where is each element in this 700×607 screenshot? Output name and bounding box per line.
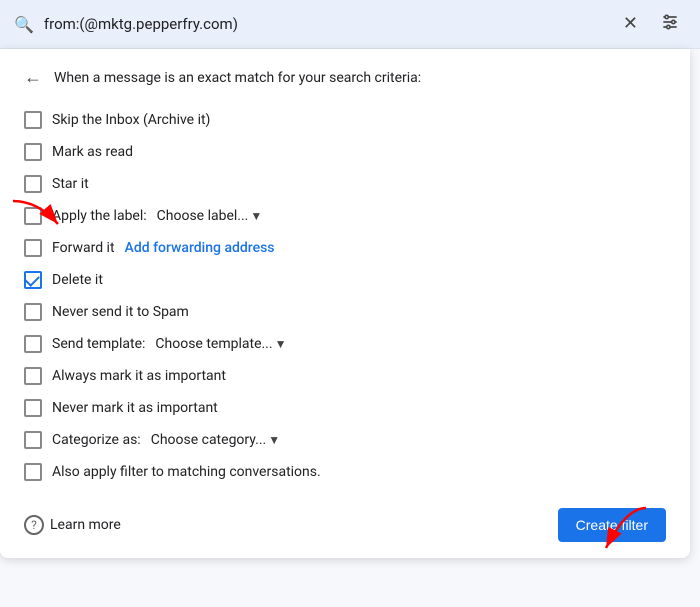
search-bar: 🔍 from:(@mktg.pepperfry.com) ✕ [0, 0, 700, 49]
label-send-template: Send template: [52, 336, 145, 352]
label-also-apply: Also apply filter to matching conversati… [52, 464, 321, 480]
option-categorize: Categorize as: Choose category... ▼ [24, 424, 666, 456]
choose-label-select[interactable]: Choose label... ▼ [157, 208, 263, 224]
checkbox-never-important[interactable] [24, 399, 42, 417]
option-apply-label: Apply the label: Choose label... ▼ [24, 200, 666, 232]
checkbox-also-apply[interactable] [24, 463, 42, 481]
option-always-important: Always mark it as important [24, 360, 666, 392]
option-forward-it: Forward it Add forwarding address [24, 232, 666, 264]
checkbox-send-template[interactable] [24, 335, 42, 353]
label-skip-inbox: Skip the Inbox (Archive it) [52, 112, 210, 128]
checkbox-apply-label[interactable] [24, 207, 42, 225]
checkbox-mark-as-read[interactable] [24, 143, 42, 161]
options-list: Skip the Inbox (Archive it) Mark as read… [24, 104, 666, 488]
checkbox-categorize[interactable] [24, 431, 42, 449]
dialog-subtitle: When a message is an exact match for you… [54, 70, 421, 86]
choose-category-arrow: ▼ [268, 433, 280, 447]
help-icon[interactable]: ? [24, 515, 44, 535]
filter-options-button[interactable] [654, 10, 686, 38]
learn-more-text: Learn more [50, 517, 121, 533]
checkbox-star-it[interactable] [24, 175, 42, 193]
option-delete-it: Delete it [24, 264, 666, 296]
add-forwarding-address-link[interactable]: Add forwarding address [125, 240, 275, 256]
option-send-template: Send template: Choose template... ▼ [24, 328, 666, 360]
choose-template-select[interactable]: Choose template... ▼ [155, 336, 286, 352]
dialog-footer: ? Learn more Create filter [24, 500, 666, 542]
filter-dialog: ← When a message is an exact match for y… [0, 49, 690, 558]
label-forward-it: Forward it [52, 240, 115, 256]
choose-template-arrow: ▼ [275, 337, 287, 351]
dialog-header: ← When a message is an exact match for y… [24, 67, 666, 88]
checkbox-skip-inbox[interactable] [24, 111, 42, 129]
choose-category-text: Choose category... [151, 432, 267, 448]
choose-template-text: Choose template... [155, 336, 272, 352]
label-delete-it: Delete it [52, 272, 103, 288]
back-button[interactable]: ← [24, 67, 42, 88]
checkbox-forward-it[interactable] [24, 239, 42, 257]
option-mark-as-read: Mark as read [24, 136, 666, 168]
option-never-important: Never mark it as important [24, 392, 666, 424]
search-query: from:(@mktg.pepperfry.com) [44, 15, 607, 33]
option-skip-inbox: Skip the Inbox (Archive it) [24, 104, 666, 136]
label-categorize: Categorize as: [52, 432, 141, 448]
create-filter-button[interactable]: Create filter [558, 508, 666, 542]
label-apply-label: Apply the label: [52, 208, 147, 224]
choose-label-text: Choose label... [157, 208, 249, 224]
label-star-it: Star it [52, 176, 89, 192]
checkbox-never-spam[interactable] [24, 303, 42, 321]
label-never-important: Never mark it as important [52, 400, 218, 416]
option-never-spam: Never send it to Spam [24, 296, 666, 328]
checkbox-always-important[interactable] [24, 367, 42, 385]
label-mark-as-read: Mark as read [52, 144, 133, 160]
learn-more-section: ? Learn more [24, 515, 121, 535]
option-also-apply: Also apply filter to matching conversati… [24, 456, 666, 488]
close-button[interactable]: ✕ [617, 13, 644, 35]
search-icon: 🔍 [14, 15, 34, 34]
option-star-it: Star it [24, 168, 666, 200]
checkbox-delete-it[interactable] [24, 271, 42, 289]
label-never-spam: Never send it to Spam [52, 304, 189, 320]
label-always-important: Always mark it as important [52, 368, 226, 384]
choose-category-select[interactable]: Choose category... ▼ [151, 432, 280, 448]
choose-label-arrow: ▼ [250, 209, 262, 223]
